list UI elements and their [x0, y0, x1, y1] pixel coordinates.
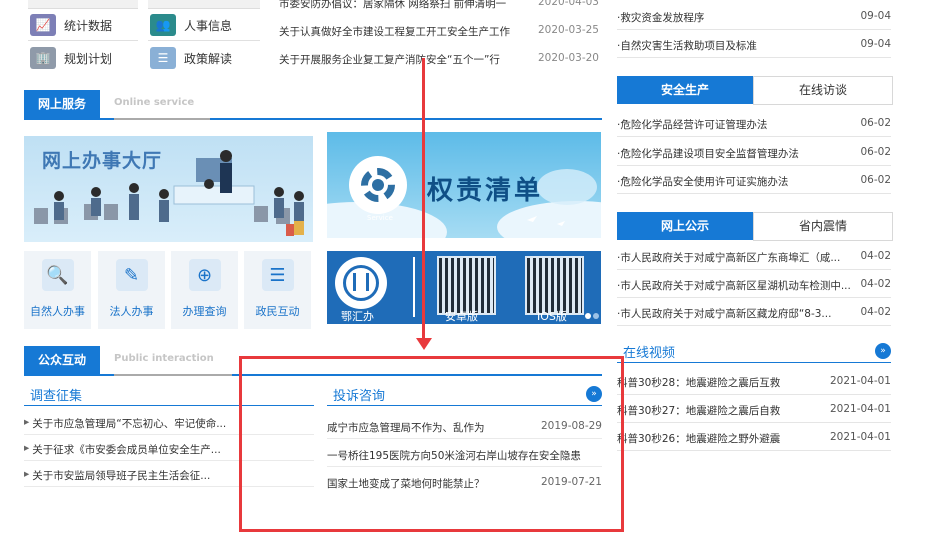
quick-link-policy[interactable]: ☰ 政策解读 — [150, 47, 232, 69]
app-android-label: 安卓版 — [445, 310, 478, 323]
magnifier-plus-icon: ⊕ — [188, 259, 221, 291]
section-title: 网上服务 — [24, 90, 101, 118]
tile-label: 政民互动 — [255, 305, 300, 318]
quick-link-statistics[interactable]: 📈 统计数据 — [30, 14, 112, 36]
survey-title[interactable]: 调查征集 — [30, 385, 82, 404]
qr-code-android-icon — [437, 256, 496, 315]
power-list-banner[interactable]: Service 权责清单 — [327, 132, 601, 238]
office-hall-illustration — [34, 150, 304, 236]
carousel-dot[interactable] — [585, 313, 591, 319]
section-subtitle: Online service — [114, 97, 195, 108]
tab-safety-production[interactable]: 安全生产 — [617, 76, 753, 104]
video-item[interactable]: 科普30秒27：地震避险之震后自救 2021-04-01 — [617, 403, 891, 418]
right-list-item[interactable]: ·自然灾害生活救助项目及标准 09-04 — [617, 38, 891, 53]
app-name: 鄂汇办 — [341, 310, 374, 323]
divider — [28, 40, 138, 41]
quick-link-bg — [28, 0, 138, 9]
tab-earthquake-info[interactable]: 省内震情 — [753, 212, 893, 241]
chart-icon: 📈 — [30, 14, 56, 36]
notice-tabs: 网上公示 省内震情 — [617, 212, 893, 241]
clipboard-icon: ☰ — [261, 259, 294, 291]
divider — [617, 165, 891, 166]
online-video-header: 在线视频 » — [617, 340, 891, 363]
tile-label: 法人办事 — [109, 305, 154, 318]
safety-item[interactable]: ·危险化学品经营许可证管理办法 06-02 — [617, 117, 891, 132]
bullet-arrow-icon: ▸ — [24, 442, 30, 454]
tile-label: 自然人办事 — [30, 305, 85, 318]
tile-interaction[interactable]: ☰ 政民互动 — [244, 251, 311, 329]
service-label: Service — [367, 214, 393, 222]
divider — [617, 422, 891, 423]
more-arrow-icon[interactable]: » — [875, 343, 891, 359]
tile-legal-person[interactable]: ✎ 法人办事 — [98, 251, 165, 329]
news-item[interactable]: 关于开展服务企业复工复产消防安全“五个一”行 2020-03-20 — [279, 52, 599, 67]
divider — [617, 269, 891, 270]
video-item[interactable]: 科普30秒26：地震避险之野外避震 2021-04-01 — [617, 431, 891, 446]
banner-title: 权责清单 — [427, 176, 544, 206]
subtitle-underline — [114, 374, 232, 376]
section-subtitle: Public interaction — [114, 353, 214, 364]
pen-icon: ✎ — [115, 259, 148, 291]
right-list-item[interactable]: ·救灾资金发放程序 09-04 — [617, 10, 891, 25]
divider — [617, 394, 891, 395]
safety-tabs: 安全生产 在线访谈 — [617, 76, 893, 105]
safety-item[interactable]: ·危险化学品安全使用许可证实施办法 06-02 — [617, 174, 891, 189]
notice-item[interactable]: ·市人民政府关于对咸宁高新区星湖机动车检测中... 04-02 — [617, 278, 891, 293]
news-item[interactable]: 关于认真做好全市建设工程复工开工安全生产工作 2020-03-25 — [279, 24, 599, 39]
search-doc-icon: 🔍 — [41, 259, 74, 291]
divider — [617, 193, 891, 194]
divider — [617, 136, 891, 137]
qr-code-ios-icon — [525, 256, 584, 315]
quick-link-bg — [148, 0, 260, 9]
app-ios-label: IOS版 — [537, 310, 567, 323]
divider — [617, 450, 891, 451]
quick-link-label: 政策解读 — [184, 51, 233, 66]
document-list-icon: ☰ — [150, 47, 176, 69]
subtitle-underline — [114, 118, 210, 120]
building-icon: 🏢 — [30, 47, 56, 69]
divider — [617, 29, 891, 30]
divider — [617, 325, 891, 326]
people-icon: 👥 — [150, 14, 176, 36]
video-item[interactable]: 科普30秒28：地震避险之震后互救 2021-04-01 — [617, 375, 891, 390]
mobile-apps-banner[interactable]: 鄂汇办 安卓版 IOS版 — [327, 251, 601, 324]
tab-online-interview[interactable]: 在线访谈 — [753, 76, 893, 105]
online-service-header: 网上服务 Online service — [24, 90, 602, 120]
annotation-arrow-line — [422, 58, 425, 344]
quick-link-planning[interactable]: 🏢 规划计划 — [30, 47, 112, 69]
section-title: 公众互动 — [24, 346, 101, 374]
annotation-arrow-head — [416, 338, 432, 350]
tile-label: 办理查询 — [182, 305, 227, 318]
quick-link-label: 规划计划 — [64, 51, 113, 66]
divider — [617, 297, 891, 298]
tab-online-notice[interactable]: 网上公示 — [617, 212, 753, 240]
online-office-hall-banner[interactable]: 网上办事大厅 — [24, 136, 313, 242]
news-item[interactable]: 市委安防办倡议：居家隔休 网络祭扫 前伸清明一 2020-04-03 — [279, 0, 599, 11]
notice-item[interactable]: ·市人民政府关于对咸宁高新区藏龙府邸“8-3... 04-02 — [617, 306, 891, 321]
quick-link-label: 统计数据 — [64, 18, 113, 33]
quick-link-label: 人事信息 — [184, 18, 233, 33]
divider — [148, 40, 260, 41]
bullet-arrow-icon: ▸ — [24, 416, 30, 428]
divider — [617, 57, 891, 58]
quick-link-personnel[interactable]: 👥 人事信息 — [150, 14, 232, 36]
carousel-dot[interactable] — [593, 313, 599, 319]
tile-natural-person[interactable]: 🔍 自然人办事 — [24, 251, 91, 329]
online-video-title[interactable]: 在线视频 — [623, 342, 675, 361]
safety-item[interactable]: ·危险化学品建设项目安全监督管理办法 06-02 — [617, 146, 891, 161]
bullet-arrow-icon: ▸ — [24, 468, 30, 480]
divider — [413, 257, 415, 317]
gear-icon — [349, 156, 407, 214]
notice-item[interactable]: ·市人民政府关于对咸宁高新区广东商埠汇（咸... 04-02 — [617, 250, 891, 265]
tile-query[interactable]: ⊕ 办理查询 — [171, 251, 238, 329]
annotation-highlight-box — [239, 356, 624, 532]
app-logo-icon — [335, 257, 387, 309]
